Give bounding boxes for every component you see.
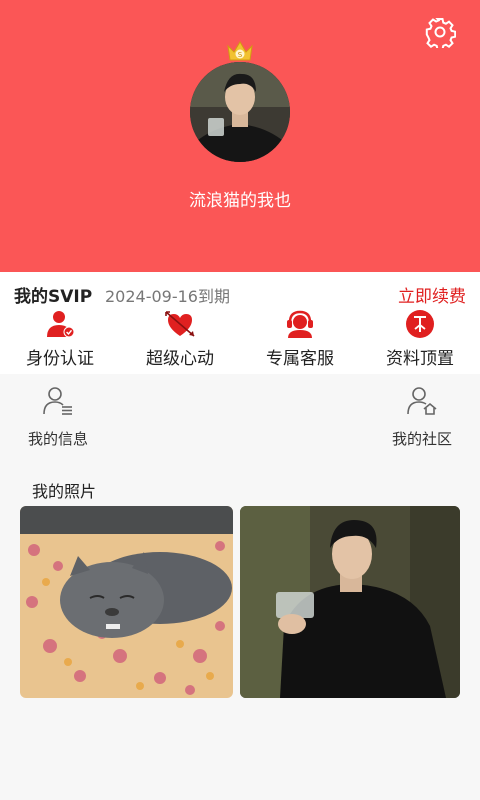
svip-features: 身份认证 超级心动 专属客服 资料顶置 [0,306,480,374]
feature-label: 超级心动 [146,349,214,369]
link-label: 我的信息 [27,430,88,448]
crown-icon: S [226,40,254,62]
link-label: 我的社区 [391,430,452,448]
svg-text:S: S [238,51,243,59]
feature-exclusive-support[interactable]: 专属客服 [240,306,360,374]
feature-identity-verification[interactable]: 身份认证 [0,306,120,374]
profile-links: 我的信息 我的社区 [0,376,480,456]
renew-button[interactable]: 立即续费 [398,282,466,307]
user-community-icon [406,384,438,416]
my-info-link[interactable]: 我的信息 [18,376,98,456]
pin-top-icon [404,308,436,340]
photo-thumbnail-portrait[interactable] [240,506,460,698]
photo-thumbnail-cat[interactable] [20,506,233,698]
avatar [190,62,290,162]
feature-label: 资料顶置 [386,349,454,369]
svip-expiry-date: 2024-09-16到期 [105,287,230,306]
photos-section-title: 我的照片 [32,482,97,501]
feature-label: 身份认证 [26,349,94,369]
feature-profile-pin-top[interactable]: 资料顶置 [360,306,480,374]
feature-label: 专属客服 [266,349,334,369]
settings-gear-icon[interactable] [424,16,457,51]
heart-arrow-icon [164,308,196,340]
verified-user-icon [44,308,76,340]
svip-title: 我的SVIP [14,287,93,307]
profile-header: S 流浪猫的我也 [0,0,480,272]
profile-nickname: 流浪猫的我也 [189,191,291,211]
user-info-icon [42,384,74,416]
feature-super-like[interactable]: 超级心动 [120,306,240,374]
my-community-link[interactable]: 我的社区 [382,376,462,456]
headset-icon [284,308,316,340]
avatar-container[interactable]: S [188,40,292,164]
